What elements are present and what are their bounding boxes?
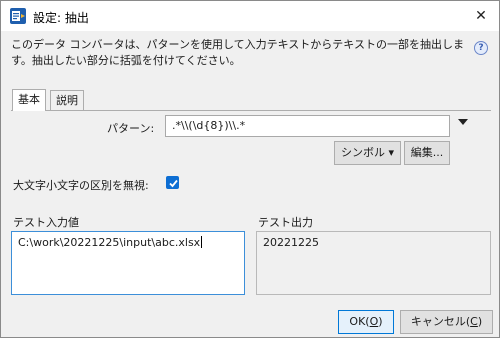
close-button[interactable]: ✕ bbox=[469, 5, 493, 27]
ignore-case-checkbox[interactable] bbox=[166, 176, 179, 189]
ignore-case-label: 大文字小文字の区別を無視: bbox=[13, 179, 149, 192]
cancel-button[interactable]: キャンセル(C) bbox=[400, 310, 493, 334]
help-icon[interactable]: ? bbox=[474, 41, 488, 55]
window-title: 設定: 抽出 bbox=[33, 11, 89, 25]
app-icon bbox=[10, 8, 26, 24]
dropdown-arrow-icon[interactable] bbox=[456, 116, 470, 130]
tab-description[interactable]: 説明 bbox=[50, 90, 84, 110]
test-output-label: テスト出力 bbox=[258, 216, 313, 229]
title-bar: 設定: 抽出 ✕ bbox=[1, 1, 499, 31]
edit-button[interactable]: 編集... bbox=[404, 141, 450, 165]
checkmark-icon bbox=[169, 179, 178, 188]
ok-accesskey: O bbox=[369, 315, 379, 328]
close-icon: ✕ bbox=[475, 8, 487, 24]
test-input-label: テスト入力値 bbox=[13, 216, 79, 229]
test-input-field[interactable]: C:\work\20221225\input\abc.xlsx bbox=[11, 231, 245, 295]
cancel-accesskey: C bbox=[470, 315, 478, 328]
description-text: このデータ コンバータは、パターンを使用して入力テキストからテキストの一部を抽出… bbox=[11, 38, 464, 67]
ok-button[interactable]: OK(O) bbox=[338, 310, 394, 334]
settings-dialog: 設定: 抽出 ✕ このデータ コンバータは、パターンを使用して入力テキストからテ… bbox=[0, 0, 500, 338]
text-caret bbox=[201, 236, 203, 248]
cancel-label-close: ) bbox=[477, 315, 483, 328]
tab-basic[interactable]: 基本 bbox=[12, 89, 46, 111]
ok-label: OK( bbox=[349, 315, 370, 328]
cancel-label: キャンセル( bbox=[410, 315, 471, 328]
pattern-label: パターン: bbox=[107, 122, 155, 135]
symbol-button[interactable]: シンボル ▾ bbox=[334, 141, 401, 165]
test-input-value: C:\work\20221225\input\abc.xlsx bbox=[18, 236, 201, 249]
pattern-input[interactable]: .*\\(\d{8})\\.* bbox=[165, 115, 450, 137]
test-output-field: 20221225 bbox=[256, 231, 491, 295]
ok-label-close: ) bbox=[378, 315, 383, 328]
